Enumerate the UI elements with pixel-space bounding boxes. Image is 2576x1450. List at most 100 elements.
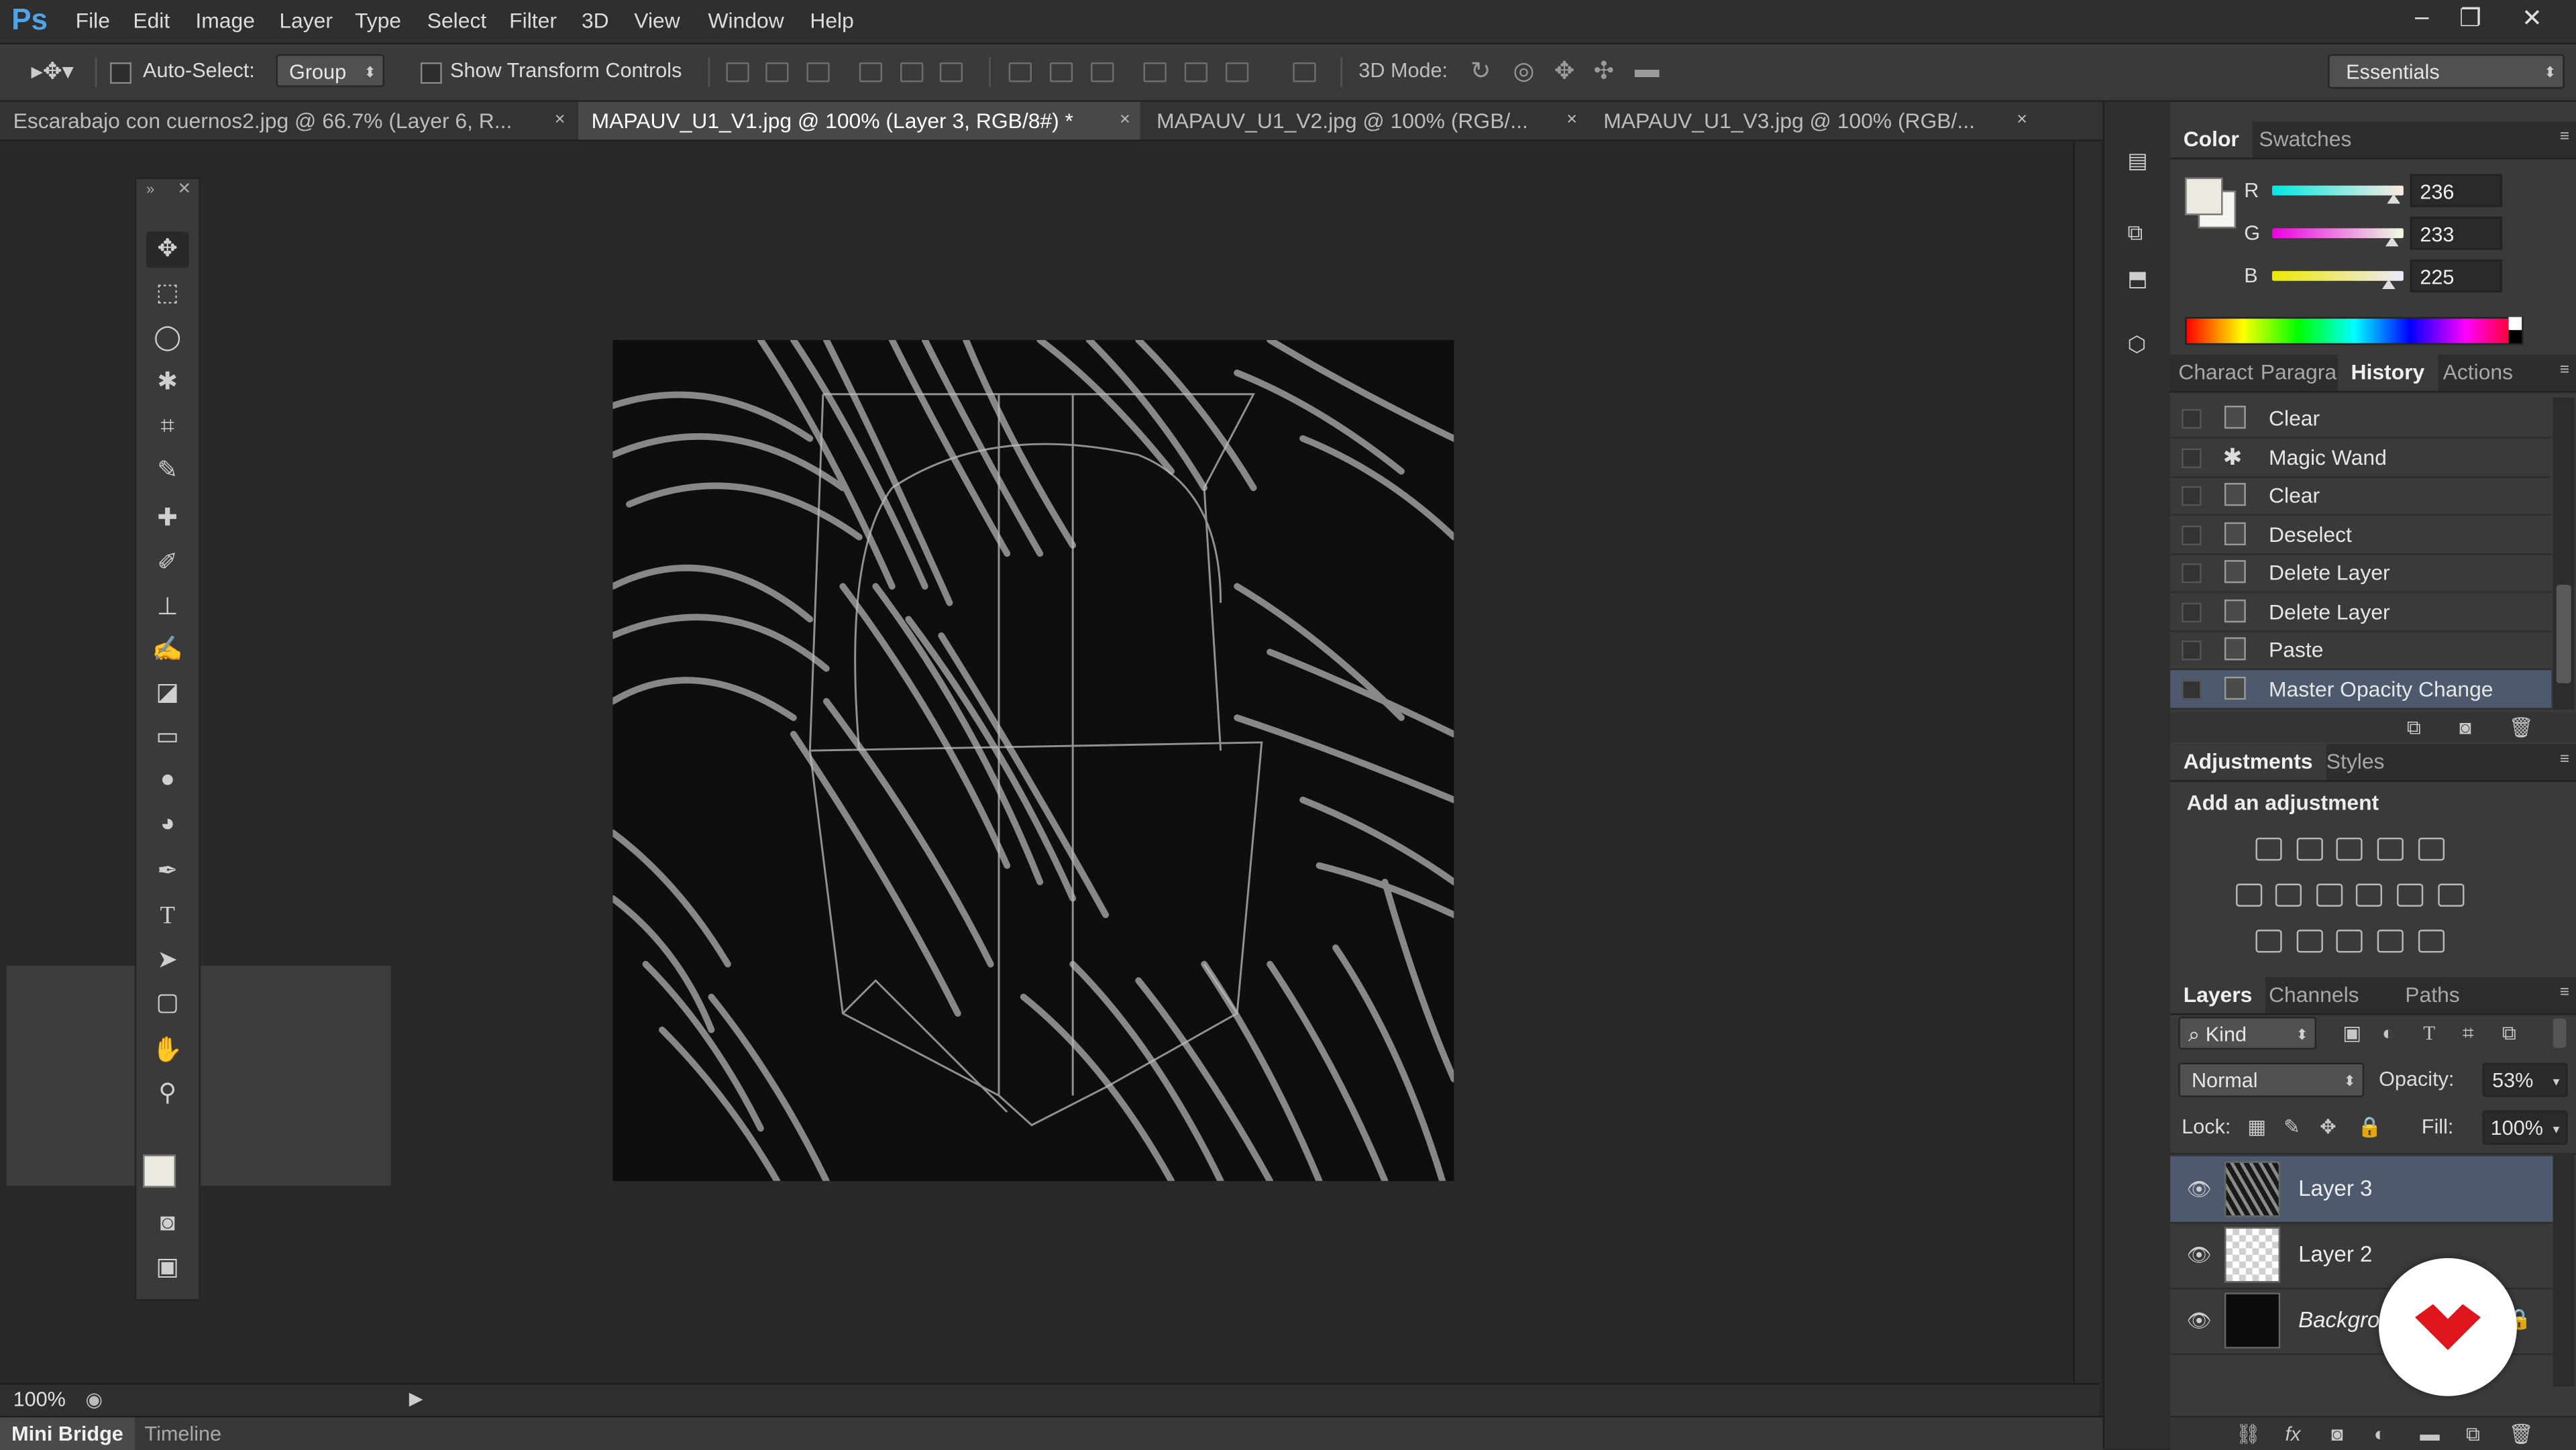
history-item[interactable]: Clear bbox=[2170, 476, 2552, 516]
properties-icon[interactable]: ▤ bbox=[2127, 148, 2147, 174]
workspace-dropdown[interactable]: Essentials ⬍ bbox=[2328, 54, 2565, 89]
3d-pan-icon[interactable]: ✥ bbox=[1554, 56, 1575, 86]
tab-color[interactable]: Color bbox=[2170, 121, 2253, 158]
selective-color-icon[interactable] bbox=[2377, 930, 2404, 953]
color-lookup-icon[interactable] bbox=[2438, 883, 2465, 907]
snapshot-checkbox[interactable] bbox=[2182, 563, 2202, 583]
new-adjustment-layer-icon[interactable]: ◐ bbox=[2374, 1423, 2386, 1445]
delete-state-icon[interactable]: 🗑 bbox=[2509, 716, 2534, 739]
3d-slide-icon[interactable]: ✣ bbox=[1594, 56, 1615, 86]
magic-wand-tool-icon[interactable]: ✱ bbox=[146, 365, 189, 401]
menu-file[interactable]: File bbox=[76, 8, 110, 33]
tab-channels[interactable]: Channels bbox=[2255, 977, 2372, 1013]
channel-r-thumb[interactable] bbox=[2387, 193, 2400, 204]
tab-character[interactable]: Charact bbox=[2170, 355, 2262, 391]
info-icon[interactable]: ⧉ bbox=[2127, 220, 2143, 246]
tab-mini-bridge[interactable]: Mini Bridge bbox=[0, 1417, 135, 1450]
marquee-tool-icon[interactable]: ⬚ bbox=[146, 276, 189, 312]
history-item[interactable]: Paste bbox=[2170, 630, 2552, 671]
lock-pixels-icon[interactable]: ✎ bbox=[2284, 1115, 2300, 1138]
panel-menu-icon[interactable]: ≡ bbox=[2560, 128, 2569, 146]
lock-all-icon[interactable]: 🔒 bbox=[2357, 1115, 2382, 1138]
exposure-icon[interactable] bbox=[2377, 837, 2404, 861]
snapshot-checkbox[interactable] bbox=[2182, 525, 2202, 546]
align-left-icon[interactable] bbox=[859, 62, 883, 82]
filter-smart-object-icon[interactable]: ⧉ bbox=[2502, 1021, 2516, 1046]
visibility-eye-icon[interactable]: 👁 bbox=[2187, 1178, 2212, 1201]
tab-layers[interactable]: Layers bbox=[2170, 977, 2265, 1014]
opacity-field[interactable]: 53% ▾ bbox=[2482, 1062, 2568, 1097]
distribute-top-icon[interactable] bbox=[1008, 62, 1032, 82]
spectrum-white-swatch[interactable] bbox=[2508, 317, 2522, 331]
history-item[interactable]: Delete Layer bbox=[2170, 553, 2552, 594]
align-vcenter-icon[interactable] bbox=[765, 62, 789, 82]
lock-position-icon[interactable]: ✥ bbox=[2320, 1115, 2337, 1138]
pen-tool-icon[interactable]: ✒ bbox=[146, 854, 189, 890]
show-transform-checkbox[interactable] bbox=[420, 62, 442, 84]
close-toolbox-icon[interactable]: ✕ bbox=[177, 180, 191, 199]
lock-transparency-icon[interactable]: ▦ bbox=[2247, 1115, 2266, 1138]
visibility-eye-icon[interactable]: 👁 bbox=[2187, 1309, 2212, 1332]
close-tab-icon[interactable]: × bbox=[1566, 102, 1577, 140]
color-foreground-swatch[interactable] bbox=[2185, 177, 2223, 215]
align-top-icon[interactable] bbox=[726, 62, 749, 82]
snapshot-checkbox[interactable] bbox=[2182, 448, 2202, 468]
color-spectrum-bar[interactable] bbox=[2185, 317, 2524, 345]
layer-style-icon[interactable]: fx bbox=[2286, 1423, 2301, 1445]
auto-align-icon[interactable] bbox=[1293, 62, 1316, 82]
posterize-icon[interactable] bbox=[2296, 930, 2323, 953]
new-layer-icon[interactable]: ⧉ bbox=[2466, 1423, 2480, 1447]
invert-icon[interactable] bbox=[2255, 930, 2282, 953]
vertical-scrollbar[interactable] bbox=[2073, 141, 2102, 1386]
restore-button[interactable]: ❐ bbox=[2459, 3, 2481, 33]
snapshot-checkbox[interactable] bbox=[2182, 640, 2202, 661]
zoom-tool-icon[interactable]: ⚲ bbox=[146, 1076, 189, 1112]
tab-timeline[interactable]: Timeline bbox=[145, 1417, 222, 1450]
dodge-tool-icon[interactable]: ◕ bbox=[146, 806, 189, 842]
hue-saturation-icon[interactable] bbox=[2236, 883, 2263, 907]
menu-3d[interactable]: 3D bbox=[582, 8, 609, 33]
document-tab-1[interactable]: Escarabajo con cuernos2.jpg @ 66.7% (Lay… bbox=[0, 102, 575, 140]
channel-r-value[interactable]: 236 bbox=[2410, 174, 2502, 207]
foreground-color-swatch[interactable] bbox=[143, 1154, 176, 1188]
hand-tool-icon[interactable]: ✋ bbox=[146, 1033, 189, 1069]
gradient-map-icon[interactable] bbox=[2418, 930, 2445, 953]
tab-history[interactable]: History bbox=[2337, 354, 2438, 391]
snapshot-checkbox[interactable] bbox=[2182, 486, 2202, 506]
history-item[interactable]: Deselect bbox=[2170, 516, 2552, 555]
vibrance-icon[interactable] bbox=[2418, 837, 2445, 861]
menu-edit[interactable]: Edit bbox=[133, 8, 170, 33]
spectrum-black-swatch[interactable] bbox=[2508, 330, 2522, 343]
3d-panel-icon[interactable]: ⬡ bbox=[2127, 332, 2146, 358]
blur-tool-icon[interactable]: ● bbox=[146, 762, 189, 798]
layer-row-layer-3[interactable]: 👁 Layer 3 bbox=[2170, 1156, 2553, 1224]
panel-menu-icon[interactable]: ≡ bbox=[2560, 984, 2569, 1002]
tab-paragraph[interactable]: Paragra bbox=[2255, 355, 2341, 391]
panel-menu-icon[interactable]: ≡ bbox=[2560, 750, 2569, 769]
channel-g-slider[interactable] bbox=[2271, 228, 2404, 239]
document-tab-3[interactable]: MAPAUV_U1_V2.jpg @ 100% (RGB/... × bbox=[1143, 102, 1587, 140]
move-tool-icon[interactable]: ✥ bbox=[146, 231, 189, 268]
close-tab-icon[interactable]: × bbox=[555, 102, 566, 140]
3d-scale-icon[interactable]: ▬ bbox=[1635, 56, 1660, 84]
eraser-tool-icon[interactable]: ◪ bbox=[146, 675, 189, 712]
levels-icon[interactable] bbox=[2296, 837, 2323, 861]
path-selection-tool-icon[interactable]: ➤ bbox=[146, 943, 189, 979]
history-scroll-thumb[interactable] bbox=[2556, 584, 2571, 683]
channel-g-thumb[interactable] bbox=[2385, 236, 2399, 247]
create-snapshot-icon[interactable]: ◙ bbox=[2459, 716, 2471, 739]
auto-select-dropdown[interactable]: Group ⬍ bbox=[276, 54, 385, 87]
minimize-button[interactable]: – bbox=[2415, 3, 2428, 32]
align-right-icon[interactable] bbox=[939, 62, 963, 82]
photo-filter-icon[interactable] bbox=[2355, 883, 2383, 907]
delete-layer-icon[interactable]: 🗑 bbox=[2509, 1423, 2534, 1445]
type-tool-icon[interactable]: T bbox=[146, 899, 189, 935]
layer-filter-dropdown[interactable]: ⌕ Kind ⬍ bbox=[2178, 1016, 2317, 1050]
3d-roll-icon[interactable]: ◎ bbox=[1513, 56, 1535, 86]
distribute-bottom-icon[interactable] bbox=[1091, 62, 1114, 82]
align-bottom-icon[interactable] bbox=[806, 62, 830, 82]
filter-toggle[interactable] bbox=[2553, 1018, 2567, 1048]
menu-select[interactable]: Select bbox=[427, 8, 487, 33]
distribute-vcenter-icon[interactable] bbox=[1049, 62, 1073, 82]
menu-window[interactable]: Window bbox=[708, 8, 784, 33]
